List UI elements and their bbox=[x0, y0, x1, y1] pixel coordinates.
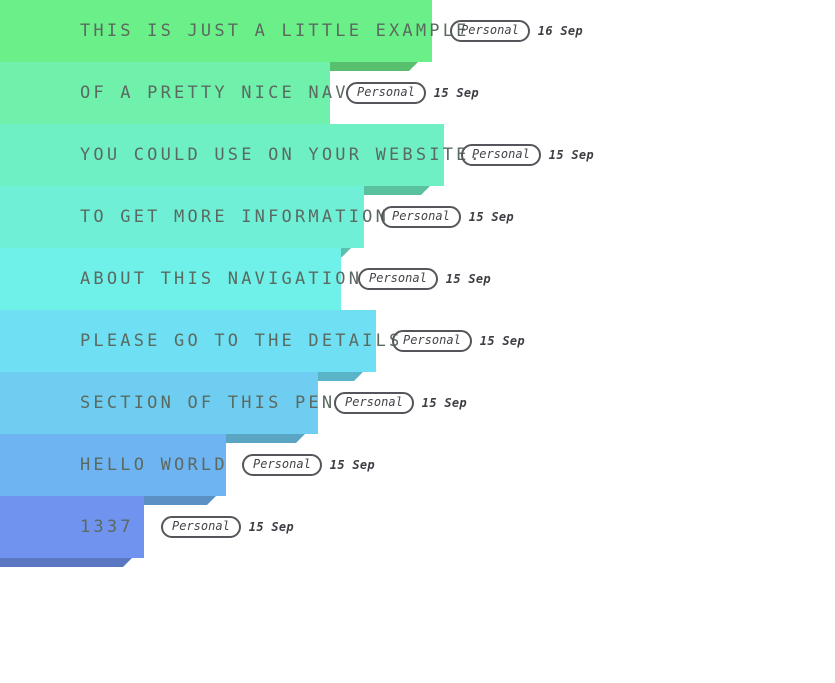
nav-bar[interactable]: TO GET MORE INFORMATION bbox=[0, 186, 386, 248]
nav-row[interactable]: THIS IS JUST A LITTLE EXAMPLE Personal 16 … bbox=[0, 0, 835, 62]
nav-item-meta: Personal 15 Sep bbox=[161, 496, 294, 558]
category-badge[interactable]: Personal bbox=[461, 144, 541, 166]
nav-item-label: ABOUT THIS NAVIGATION bbox=[80, 268, 363, 289]
nav-row[interactable]: HELLO WORLD Personal 15 Sep bbox=[0, 434, 835, 496]
category-badge[interactable]: Personal bbox=[381, 206, 461, 228]
nav-bar-surface[interactable]: YOU COULD USE ON YOUR WEBSITE. bbox=[0, 124, 480, 186]
nav-bar[interactable]: PLEASE GO TO THE DETAILS bbox=[0, 310, 399, 372]
nav-item-date: 15 Sep bbox=[548, 148, 594, 162]
nav-item-meta: Personal 15 Sep bbox=[346, 62, 479, 124]
category-badge[interactable]: Personal bbox=[358, 268, 438, 290]
nav-item-date: 15 Sep bbox=[329, 458, 375, 472]
nav-row[interactable]: TO GET MORE INFORMATION Personal 15 Sep bbox=[0, 186, 835, 248]
nav-item-label: 1337 bbox=[80, 516, 134, 537]
nav-item-meta: Personal 15 Sep bbox=[392, 310, 525, 372]
nav-bar-surface[interactable]: OF A PRETTY NICE NAV bbox=[0, 62, 346, 124]
nav-bar[interactable]: ABOUT THIS NAVIGATION bbox=[0, 248, 359, 310]
nav-item-label: TO GET MORE INFORMATION bbox=[80, 206, 390, 227]
nav-item-meta: Personal 15 Sep bbox=[334, 372, 467, 434]
category-badge[interactable]: Personal bbox=[242, 454, 322, 476]
nav-item-label: THIS IS JUST A LITTLE EXAMPLE bbox=[80, 20, 470, 41]
nav-row[interactable]: OF A PRETTY NICE NAV Personal 15 Sep bbox=[0, 62, 835, 124]
nav-bar[interactable]: THIS IS JUST A LITTLE EXAMPLE bbox=[0, 0, 466, 62]
nav-item-date: 16 Sep bbox=[537, 24, 583, 38]
nav-bar[interactable]: YOU COULD USE ON YOUR WEBSITE. bbox=[0, 124, 480, 186]
nav-bar[interactable]: 1337 bbox=[0, 496, 144, 558]
nav-item-date: 15 Sep bbox=[421, 396, 467, 410]
stacked-nav-list: THIS IS JUST A LITTLE EXAMPLE Personal 16 … bbox=[0, 0, 835, 558]
nav-item-date: 15 Sep bbox=[468, 210, 514, 224]
nav-item-meta: Personal 15 Sep bbox=[242, 434, 375, 496]
category-badge[interactable]: Personal bbox=[450, 20, 530, 42]
nav-bar-surface[interactable]: HELLO WORLD bbox=[0, 434, 226, 496]
nav-item-label: HELLO WORLD bbox=[80, 454, 228, 475]
nav-item-label: OF A PRETTY NICE NAV bbox=[80, 82, 349, 103]
nav-row[interactable]: SECTION OF THIS PEN Personal 15 Sep bbox=[0, 372, 835, 434]
nav-item-label: SECTION OF THIS PEN bbox=[80, 392, 336, 413]
category-badge[interactable]: Personal bbox=[334, 392, 414, 414]
bar-fold-shadow bbox=[0, 558, 132, 567]
nav-item-date: 15 Sep bbox=[248, 520, 294, 534]
nav-row[interactable]: ABOUT THIS NAVIGATION Personal 15 Sep bbox=[0, 248, 835, 310]
nav-item-date: 15 Sep bbox=[479, 334, 525, 348]
nav-bar[interactable]: SECTION OF THIS PEN bbox=[0, 372, 332, 434]
category-badge[interactable]: Personal bbox=[392, 330, 472, 352]
nav-item-meta: Personal 16 Sep bbox=[450, 0, 583, 62]
nav-row[interactable]: 1337 Personal 15 Sep bbox=[0, 496, 835, 558]
category-badge[interactable]: Personal bbox=[161, 516, 241, 538]
nav-item-label: YOU COULD USE ON YOUR WEBSITE. bbox=[80, 144, 484, 165]
nav-bar-surface[interactable]: TO GET MORE INFORMATION bbox=[0, 186, 386, 248]
nav-item-meta: Personal 15 Sep bbox=[461, 124, 594, 186]
nav-row[interactable]: PLEASE GO TO THE DETAILS Personal 15 Sep bbox=[0, 310, 835, 372]
nav-bar-surface[interactable]: THIS IS JUST A LITTLE EXAMPLE bbox=[0, 0, 466, 62]
nav-item-meta: Personal 15 Sep bbox=[381, 186, 514, 248]
nav-item-label: PLEASE GO TO THE DETAILS bbox=[80, 330, 403, 351]
nav-item-meta: Personal 15 Sep bbox=[358, 248, 491, 310]
nav-item-date: 15 Sep bbox=[433, 86, 479, 100]
nav-bar-surface[interactable]: ABOUT THIS NAVIGATION bbox=[0, 248, 359, 310]
nav-item-date: 15 Sep bbox=[445, 272, 491, 286]
nav-bar[interactable]: HELLO WORLD bbox=[0, 434, 226, 496]
nav-bar[interactable]: OF A PRETTY NICE NAV bbox=[0, 62, 346, 124]
nav-bar-surface[interactable]: SECTION OF THIS PEN bbox=[0, 372, 332, 434]
category-badge[interactable]: Personal bbox=[346, 82, 426, 104]
nav-row[interactable]: YOU COULD USE ON YOUR WEBSITE. Personal 15… bbox=[0, 124, 835, 186]
nav-bar-surface[interactable]: PLEASE GO TO THE DETAILS bbox=[0, 310, 399, 372]
nav-bar-surface[interactable]: 1337 bbox=[0, 496, 144, 558]
